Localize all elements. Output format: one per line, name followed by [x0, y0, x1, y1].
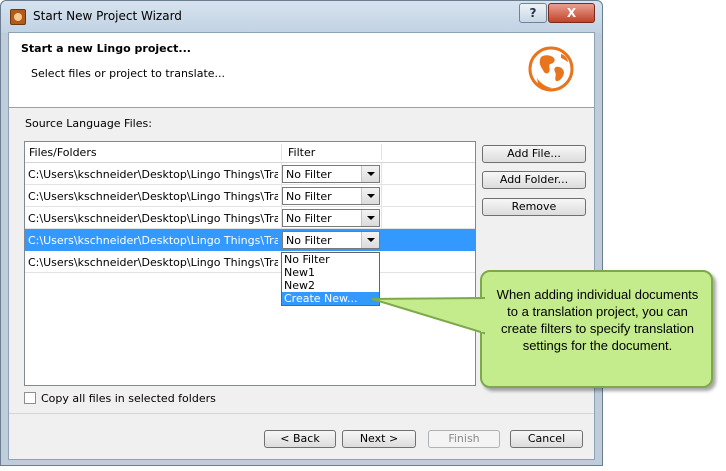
table-row-selected[interactable]: C:\Users\kschneider\Desktop\Lingo Things…	[25, 229, 475, 251]
column-header-filter[interactable]: Filter	[288, 146, 315, 159]
back-button[interactable]: < Back	[264, 430, 336, 448]
cancel-button[interactable]: Cancel	[510, 430, 583, 448]
table-row[interactable]: C:\Users\kschneider\Desktop\Lingo Things…	[25, 251, 475, 273]
list-header: Files/Folders Filter	[25, 142, 475, 163]
close-button[interactable]: X	[548, 3, 595, 23]
filter-option-new1[interactable]: New1	[282, 266, 379, 279]
add-file-button[interactable]: Add File...	[482, 145, 586, 163]
filter-option-no-filter[interactable]: No Filter	[282, 253, 379, 266]
window-title: Start New Project Wizard	[33, 9, 182, 23]
footer-divider	[9, 413, 594, 414]
filter-dropdown[interactable]: No Filter	[282, 209, 380, 227]
chevron-down-icon[interactable]	[361, 232, 379, 248]
cell-divider	[381, 185, 382, 207]
next-button[interactable]: Next >	[342, 430, 416, 448]
add-folder-button[interactable]: Add Folder...	[482, 171, 586, 189]
title-bar[interactable]: Start New Project Wizard ? X	[1, 1, 602, 33]
column-header-files[interactable]: Files/Folders	[29, 146, 97, 159]
file-path-cell: C:\Users\kschneider\Desktop\Lingo Things…	[28, 234, 278, 247]
help-button[interactable]: ?	[519, 3, 547, 23]
row-divider	[25, 272, 475, 273]
filter-value: No Filter	[286, 212, 332, 225]
page-title: Start a new Lingo project...	[21, 42, 191, 55]
filter-options-menu[interactable]: No Filter New1 New2 Create New...	[281, 252, 380, 306]
filter-value: No Filter	[286, 168, 332, 181]
chevron-down-icon[interactable]	[361, 188, 379, 204]
file-path-cell: C:\Users\kschneider\Desktop\Lingo Things…	[28, 190, 278, 203]
source-files-list[interactable]: Files/Folders Filter C:\Users\kschneider…	[24, 141, 476, 386]
filter-value: No Filter	[286, 190, 332, 203]
page-subtitle: Select files or project to translate...	[31, 67, 226, 80]
source-files-label: Source Language Files:	[25, 117, 152, 130]
filter-dropdown[interactable]: No Filter	[282, 187, 380, 205]
cell-divider	[381, 163, 382, 185]
cell-divider	[381, 207, 382, 229]
globe-icon	[528, 46, 574, 92]
chevron-down-icon[interactable]	[361, 166, 379, 182]
tip-callout-text: When adding individual documents to a tr…	[496, 287, 699, 353]
chevron-down-icon[interactable]	[361, 210, 379, 226]
remove-button[interactable]: Remove	[482, 198, 586, 216]
table-row[interactable]: C:\Users\kschneider\Desktop\Lingo Things…	[25, 207, 475, 229]
filter-value: No Filter	[286, 234, 332, 247]
file-path-cell: C:\Users\kschneider\Desktop\Lingo Things…	[28, 168, 278, 181]
wizard-window: Start New Project Wizard ? X Start a new…	[0, 0, 603, 466]
file-path-cell: C:\Users\kschneider\Desktop\Lingo Things…	[28, 256, 278, 269]
copy-folders-checkbox[interactable]	[24, 392, 36, 404]
filter-option-new2[interactable]: New2	[282, 279, 379, 292]
app-icon	[10, 9, 26, 25]
finish-button: Finish	[428, 430, 500, 448]
tip-callout: When adding individual documents to a tr…	[480, 270, 713, 388]
file-path-cell: C:\Users\kschneider\Desktop\Lingo Things…	[28, 212, 278, 225]
table-row[interactable]: C:\Users\kschneider\Desktop\Lingo Things…	[25, 163, 475, 185]
wizard-body: Start a new Lingo project... Select file…	[8, 32, 595, 460]
filter-dropdown-open[interactable]: No Filter	[282, 231, 380, 249]
wizard-header: Start a new Lingo project... Select file…	[9, 33, 594, 108]
column-divider[interactable]	[281, 144, 282, 160]
copy-folders-label[interactable]: Copy all files in selected folders	[41, 392, 216, 405]
filter-dropdown[interactable]: No Filter	[282, 165, 380, 183]
column-divider[interactable]	[381, 144, 382, 160]
table-row[interactable]: C:\Users\kschneider\Desktop\Lingo Things…	[25, 185, 475, 207]
filter-option-create-new[interactable]: Create New...	[282, 292, 379, 305]
